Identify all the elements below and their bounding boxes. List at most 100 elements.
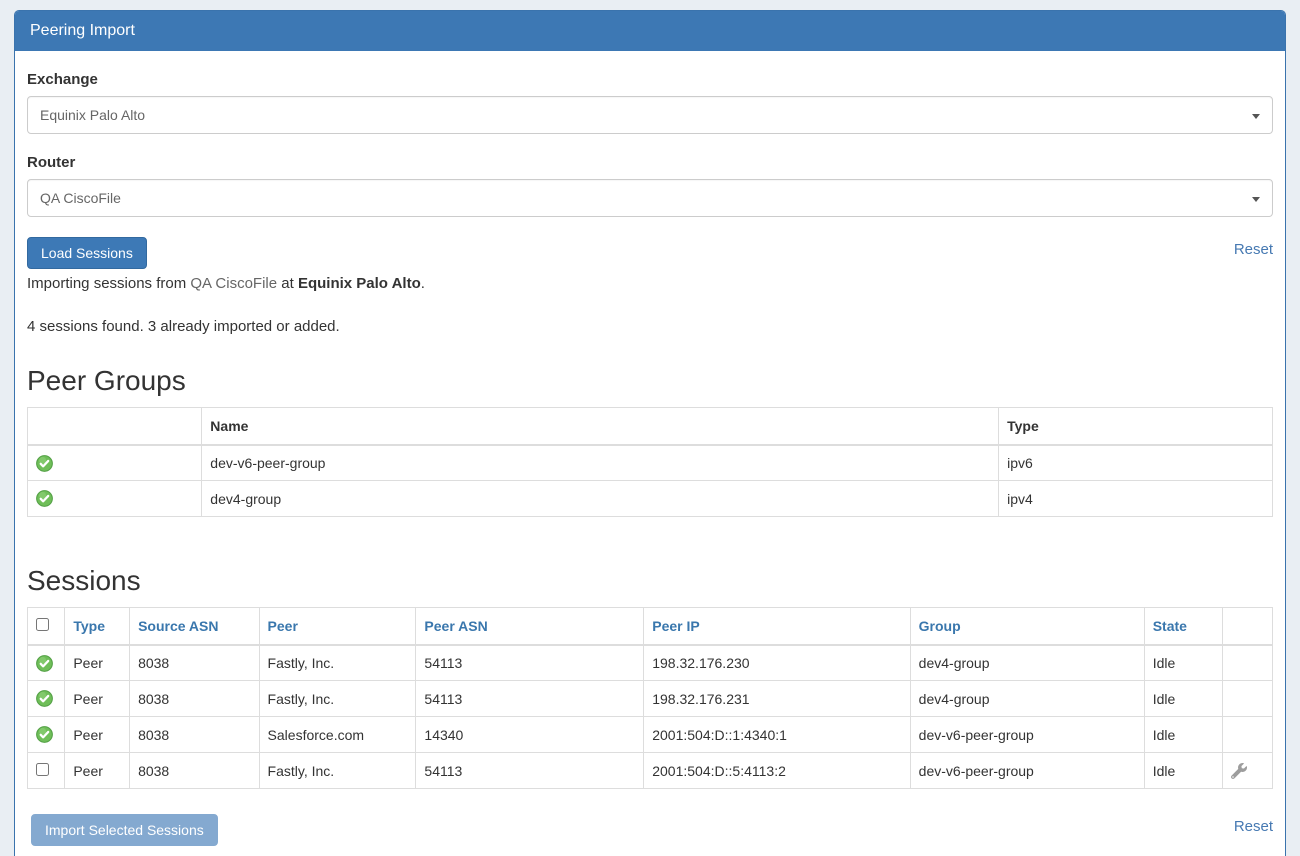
- session-peer-cell: Fastly, Inc.: [259, 645, 416, 681]
- session-peer-ip-cell: 2001:504:D::5:4113:2: [644, 753, 910, 789]
- session-status-cell: [28, 645, 65, 681]
- type-sort-link[interactable]: Type: [73, 618, 105, 634]
- peer-column-header: Peer: [259, 608, 416, 645]
- chevron-down-icon: [1252, 197, 1260, 202]
- sessions-summary-text: 4 sessions found. 3 already imported or …: [27, 318, 1273, 335]
- panel-body: Exchange Equinix Palo Alto Router QA Cis…: [15, 51, 1285, 856]
- session-peer-asn-cell: 54113: [416, 681, 644, 717]
- session-peer-cell: Salesforce.com: [259, 717, 416, 753]
- session-group-cell: dev4-group: [910, 681, 1144, 717]
- session-source-asn-cell: 8038: [130, 753, 259, 789]
- session-group-cell: dev-v6-peer-group: [910, 753, 1144, 789]
- imported-check-icon: [36, 490, 53, 507]
- actions-column-header: [1223, 608, 1273, 645]
- session-group-cell: dev-v6-peer-group: [910, 717, 1144, 753]
- imported-check-icon: [36, 655, 53, 672]
- peer-group-status-cell: [28, 481, 202, 517]
- session-actions-cell: [1223, 645, 1273, 681]
- sessions-title: Sessions: [27, 565, 1273, 597]
- session-status-cell: [28, 681, 65, 717]
- session-peer-cell: Fastly, Inc.: [259, 753, 416, 789]
- session-actions-cell: [1223, 681, 1273, 717]
- source-asn-sort-link[interactable]: Source ASN: [138, 618, 218, 634]
- peer-groups-status-column-header: [28, 408, 202, 445]
- imported-check-icon: [36, 690, 53, 707]
- session-type-cell: Peer: [65, 717, 130, 753]
- session-actions-cell: [1223, 717, 1273, 753]
- session-row: Peer 8038 Salesforce.com 14340 2001:504:…: [28, 717, 1273, 753]
- group-column-header: Group: [910, 608, 1144, 645]
- import-selected-sessions-button[interactable]: Import Selected Sessions: [31, 814, 218, 846]
- session-peer-asn-cell: 54113: [416, 753, 644, 789]
- router-selected-value: QA CiscoFile: [40, 190, 121, 206]
- session-status-cell: [28, 753, 65, 789]
- importing-exchange-name: Equinix Palo Alto: [298, 275, 421, 292]
- load-sessions-button[interactable]: Load Sessions: [27, 237, 147, 269]
- session-peer-cell: Fastly, Inc.: [259, 681, 416, 717]
- peer-group-name-cell: dev4-group: [202, 481, 999, 517]
- session-state-cell: Idle: [1144, 645, 1222, 681]
- peer-group-type-cell: ipv4: [999, 481, 1273, 517]
- session-group-cell: dev4-group: [910, 645, 1144, 681]
- session-source-asn-cell: 8038: [130, 681, 259, 717]
- source-asn-column-header: Source ASN: [130, 608, 259, 645]
- reset-link-bottom[interactable]: Reset: [1234, 814, 1273, 835]
- session-actions-cell: [1223, 753, 1273, 789]
- peer-ip-sort-link[interactable]: Peer IP: [652, 618, 699, 634]
- session-type-cell: Peer: [65, 753, 130, 789]
- peer-groups-title: Peer Groups: [27, 365, 1273, 397]
- peering-import-panel: Peering Import Exchange Equinix Palo Alt…: [14, 10, 1286, 856]
- state-column-header: State: [1144, 608, 1222, 645]
- peer-sort-link[interactable]: Peer: [268, 618, 298, 634]
- peer-groups-name-column-header: Name: [202, 408, 999, 445]
- type-column-header: Type: [65, 608, 130, 645]
- imported-check-icon: [36, 726, 53, 743]
- session-row: Peer 8038 Fastly, Inc. 54113 198.32.176.…: [28, 645, 1273, 681]
- peer-group-status-cell: [28, 445, 202, 481]
- session-state-cell: Idle: [1144, 681, 1222, 717]
- session-state-cell: Idle: [1144, 753, 1222, 789]
- peer-groups-type-column-header: Type: [999, 408, 1273, 445]
- session-peer-ip-cell: 198.32.176.230: [644, 645, 910, 681]
- peer-ip-column-header: Peer IP: [644, 608, 910, 645]
- importing-router-name: QA CiscoFile: [190, 275, 277, 292]
- router-label: Router: [27, 154, 1273, 171]
- session-state-cell: Idle: [1144, 717, 1222, 753]
- session-type-cell: Peer: [65, 681, 130, 717]
- exchange-selected-value: Equinix Palo Alto: [40, 107, 145, 123]
- peer-asn-column-header: Peer ASN: [416, 608, 644, 645]
- imported-check-icon: [36, 455, 53, 472]
- session-status-cell: [28, 717, 65, 753]
- router-select[interactable]: QA CiscoFile: [27, 179, 1273, 217]
- select-all-checkbox[interactable]: [36, 618, 49, 631]
- exchange-select[interactable]: Equinix Palo Alto: [27, 96, 1273, 134]
- peer-group-row: dev4-group ipv4: [28, 481, 1273, 517]
- session-peer-ip-cell: 2001:504:D::1:4340:1: [644, 717, 910, 753]
- session-select-checkbox[interactable]: [36, 763, 49, 776]
- chevron-down-icon: [1252, 114, 1260, 119]
- session-peer-ip-cell: 198.32.176.231: [644, 681, 910, 717]
- sessions-header-row: Type Source ASN Peer Peer ASN Peer IP Gr…: [28, 608, 1273, 645]
- wrench-icon[interactable]: [1231, 763, 1247, 779]
- peer-group-type-cell: ipv6: [999, 445, 1273, 481]
- panel-title: Peering Import: [15, 11, 1285, 51]
- state-sort-link[interactable]: State: [1153, 618, 1187, 634]
- peer-groups-header-row: Name Type: [28, 408, 1273, 445]
- sessions-table: Type Source ASN Peer Peer ASN Peer IP Gr…: [27, 607, 1273, 789]
- peer-asn-sort-link[interactable]: Peer ASN: [424, 618, 487, 634]
- peer-group-name-cell: dev-v6-peer-group: [202, 445, 999, 481]
- select-all-cell: [28, 608, 65, 645]
- session-row: Peer 8038 Fastly, Inc. 54113 198.32.176.…: [28, 681, 1273, 717]
- session-row: Peer 8038 Fastly, Inc. 54113 2001:504:D:…: [28, 753, 1273, 789]
- session-peer-asn-cell: 54113: [416, 645, 644, 681]
- session-source-asn-cell: 8038: [130, 717, 259, 753]
- exchange-label: Exchange: [27, 71, 1273, 88]
- peer-groups-table: Name Type dev-v6-peer-group ipv6: [27, 407, 1273, 517]
- session-source-asn-cell: 8038: [130, 645, 259, 681]
- session-peer-asn-cell: 14340: [416, 717, 644, 753]
- session-type-cell: Peer: [65, 645, 130, 681]
- importing-status-text: Importing sessions from QA CiscoFile at …: [27, 275, 1273, 292]
- group-sort-link[interactable]: Group: [919, 618, 961, 634]
- reset-link-top[interactable]: Reset: [1234, 237, 1273, 258]
- peer-group-row: dev-v6-peer-group ipv6: [28, 445, 1273, 481]
